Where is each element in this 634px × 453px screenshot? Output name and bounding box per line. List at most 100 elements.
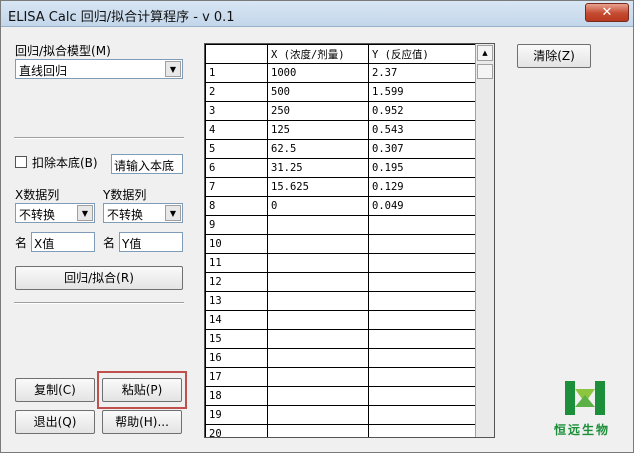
y-value-cell[interactable] xyxy=(368,253,477,273)
x-value-cell[interactable]: 15.625 xyxy=(267,177,369,197)
y-value-cell[interactable] xyxy=(368,386,477,406)
separator xyxy=(14,137,184,139)
data-grid: X (浓度/剂量) Y (反应值) 1 1000 2.37 2 500 1.599 3 250… xyxy=(204,43,495,438)
row-number-header xyxy=(205,44,268,64)
row-number-cell: 5 xyxy=(205,139,268,159)
close-button[interactable]: ✕ xyxy=(585,3,629,22)
table-row: 11 xyxy=(205,253,477,273)
row-number-cell: 6 xyxy=(205,158,268,178)
table-row: 17 xyxy=(205,367,477,387)
x-value-cell[interactable] xyxy=(267,234,369,254)
row-number-cell: 3 xyxy=(205,101,268,121)
y-value-cell[interactable] xyxy=(368,424,477,437)
y-name-input[interactable]: Y值 xyxy=(119,232,183,252)
y-value-cell[interactable]: 0.195 xyxy=(368,158,477,178)
y-value-cell[interactable]: 0.307 xyxy=(368,139,477,159)
y-value-cell[interactable]: 2.37 xyxy=(368,63,477,83)
x-value-cell[interactable] xyxy=(267,329,369,349)
model-select[interactable]: 直线回归 ▼ xyxy=(15,59,183,79)
x-value-cell[interactable] xyxy=(267,215,369,235)
clear-button[interactable]: 清除(Z) xyxy=(517,44,591,68)
y-value-cell[interactable] xyxy=(368,291,477,311)
baseline-input[interactable]: 请输入本底 xyxy=(111,154,183,174)
x-value-cell[interactable]: 0 xyxy=(267,196,369,216)
title-bar[interactable]: ELISA Calc 回归/拟合计算程序 - v 0.1 ✕ xyxy=(1,1,633,27)
x-name-input[interactable]: X值 xyxy=(31,232,95,252)
company-logo-text: 恒远生物 xyxy=(554,423,611,437)
row-number-cell: 11 xyxy=(205,253,268,273)
x-transform-select[interactable]: 不转换 ▼ xyxy=(15,203,95,223)
table-row: 3 250 0.952 xyxy=(205,101,477,121)
x-name-label: 名 xyxy=(15,236,28,250)
x-transform-value: 不转换 xyxy=(19,208,56,222)
y-value-cell[interactable]: 0.049 xyxy=(368,196,477,216)
y-value-cell[interactable] xyxy=(368,310,477,330)
x-value-cell[interactable] xyxy=(267,405,369,425)
row-number-cell: 17 xyxy=(205,367,268,387)
table-row: 20 xyxy=(205,424,477,437)
row-number-cell: 20 xyxy=(205,424,268,437)
fit-button[interactable]: 回归/拟合(R) xyxy=(15,266,183,290)
x-value-cell[interactable] xyxy=(267,348,369,368)
table-row: 10 xyxy=(205,234,477,254)
y-transform-select[interactable]: 不转换 ▼ xyxy=(103,203,183,223)
exit-button[interactable]: 退出(Q) xyxy=(15,410,95,434)
x-value-cell[interactable]: 250 xyxy=(267,101,369,121)
x-value-cell[interactable]: 31.25 xyxy=(267,158,369,178)
y-value-cell[interactable] xyxy=(368,329,477,349)
y-value-cell[interactable] xyxy=(368,348,477,368)
baseline-checkbox[interactable] xyxy=(15,156,27,168)
x-value-cell[interactable]: 1000 xyxy=(267,63,369,83)
x-value-cell[interactable] xyxy=(267,253,369,273)
y-value-cell[interactable]: 0.543 xyxy=(368,120,477,140)
model-label: 回归/拟合模型(M) xyxy=(15,44,111,58)
table-row: 15 xyxy=(205,329,477,349)
grid-scrollbar[interactable]: ▲ xyxy=(475,44,494,437)
x-value-cell[interactable] xyxy=(267,291,369,311)
row-number-cell: 18 xyxy=(205,386,268,406)
x-value-cell[interactable]: 500 xyxy=(267,82,369,102)
x-value-cell[interactable] xyxy=(267,424,369,437)
table-row: 8 0 0.049 xyxy=(205,196,477,216)
row-number-cell: 8 xyxy=(205,196,268,216)
row-number-cell: 4 xyxy=(205,120,268,140)
y-value-cell[interactable]: 0.952 xyxy=(368,101,477,121)
y-value-cell[interactable] xyxy=(368,405,477,425)
x-value-cell[interactable] xyxy=(267,310,369,330)
row-number-cell: 16 xyxy=(205,348,268,368)
window-title: ELISA Calc 回归/拟合计算程序 - v 0.1 xyxy=(8,10,235,25)
y-value-cell[interactable] xyxy=(368,272,477,292)
x-value-cell[interactable] xyxy=(267,386,369,406)
x-value-cell[interactable]: 62.5 xyxy=(267,139,369,159)
y-value-cell[interactable]: 1.599 xyxy=(368,82,477,102)
scrollbar-thumb[interactable] xyxy=(477,64,493,79)
y-value-cell[interactable] xyxy=(368,234,477,254)
chevron-down-icon[interactable]: ▼ xyxy=(77,205,93,221)
separator xyxy=(14,302,184,304)
scroll-up-icon[interactable]: ▲ xyxy=(477,45,493,61)
x-value-cell[interactable]: 125 xyxy=(267,120,369,140)
y-value-cell[interactable] xyxy=(368,367,477,387)
y-transform-value: 不转换 xyxy=(107,208,144,222)
baseline-checkbox-label: 扣除本底(B) xyxy=(32,156,98,170)
y-name-label: 名 xyxy=(103,236,116,250)
chevron-down-icon[interactable]: ▼ xyxy=(165,205,181,221)
table-row: 14 xyxy=(205,310,477,330)
x-column-header[interactable]: X (浓度/剂量) xyxy=(267,44,369,64)
table-row: 7 15.625 0.129 xyxy=(205,177,477,197)
y-column-header[interactable]: Y (反应值) xyxy=(368,44,477,64)
table-row: 13 xyxy=(205,291,477,311)
x-value-cell[interactable] xyxy=(267,367,369,387)
row-number-cell: 2 xyxy=(205,82,268,102)
x-value-cell[interactable] xyxy=(267,272,369,292)
paste-button[interactable]: 粘贴(P) xyxy=(102,378,182,402)
table-header-row: X (浓度/剂量) Y (反应值) xyxy=(205,44,477,64)
copy-button[interactable]: 复制(C) xyxy=(15,378,95,402)
y-value-cell[interactable] xyxy=(368,215,477,235)
help-button[interactable]: 帮助(H)... xyxy=(102,410,182,434)
y-value-cell[interactable]: 0.129 xyxy=(368,177,477,197)
data-table: X (浓度/剂量) Y (反应值) 1 1000 2.37 2 500 1.599 3 250… xyxy=(205,44,477,437)
chevron-down-icon[interactable]: ▼ xyxy=(165,61,181,77)
table-row: 19 xyxy=(205,405,477,425)
table-row: 6 31.25 0.195 xyxy=(205,158,477,178)
